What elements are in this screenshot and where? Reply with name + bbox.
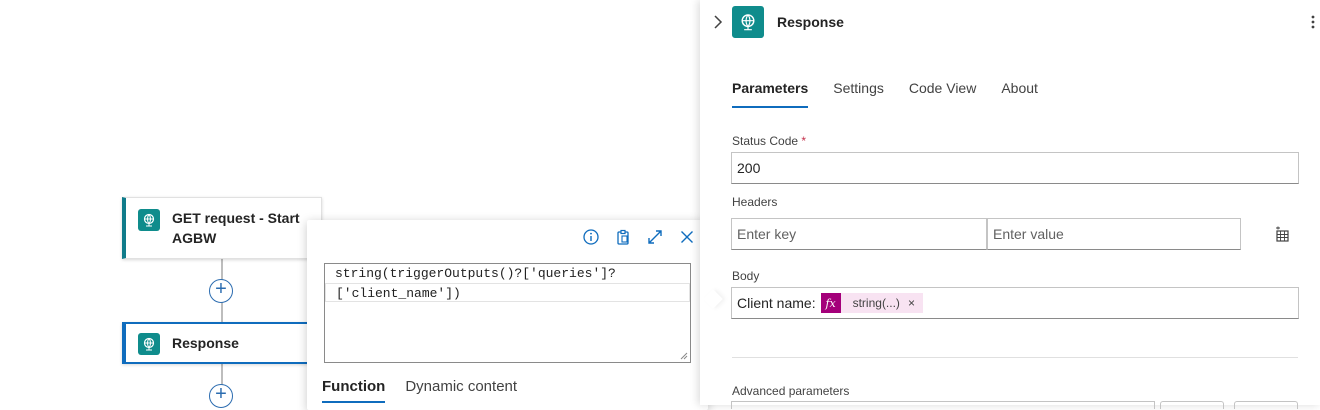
tab-code-view[interactable]: Code View <box>909 80 976 108</box>
request-globe-icon <box>138 332 160 355</box>
response-card[interactable]: Response <box>122 322 322 364</box>
tab-settings[interactable]: Settings <box>833 80 884 108</box>
section-divider <box>732 357 1298 358</box>
switch-to-text-mode-icon[interactable] <box>1274 226 1292 244</box>
clear-all-button[interactable] <box>1234 401 1298 409</box>
required-marker: * <box>801 134 807 148</box>
status-code-label-text: Status Code <box>732 134 799 148</box>
chevron-right-icon[interactable] <box>710 13 726 31</box>
expression-token[interactable]: string(...) × <box>840 293 923 313</box>
plus-icon: + <box>215 383 227 405</box>
show-all-button[interactable] <box>1160 401 1224 409</box>
expression-fx-icon: fx <box>820 293 841 313</box>
advanced-parameters-dropdown[interactable] <box>731 401 1155 409</box>
tab-dynamic-content[interactable]: Dynamic content <box>405 378 517 403</box>
request-globe-icon <box>732 6 764 38</box>
headers-label: Headers <box>732 195 778 209</box>
expand-icon[interactable] <box>646 228 664 246</box>
body-prefix-text: Client name: <box>737 295 816 311</box>
popup-toolbar <box>582 228 696 246</box>
plus-icon: + <box>215 278 227 300</box>
status-code-label: Status Code * <box>732 134 806 148</box>
expression-input[interactable]: string(triggerOutputs()?['queries']? ['c… <box>324 263 691 363</box>
body-label: Body <box>732 269 760 283</box>
panel-title: Response <box>777 14 844 30</box>
action-details-panel: Response Parameters Settings Code View A… <box>700 0 1320 409</box>
tab-about[interactable]: About <box>1001 80 1038 108</box>
tab-parameters[interactable]: Parameters <box>732 80 809 108</box>
request-globe-icon <box>138 209 160 231</box>
trigger-card[interactable]: GET request - Start AGBW <box>122 197 322 259</box>
add-step-button[interactable]: + <box>209 384 233 408</box>
panel-header: Response <box>700 0 1320 46</box>
header-key-field[interactable]: Enter key <box>731 218 987 250</box>
code-line: string(triggerOutputs()?['queries']? <box>335 266 616 281</box>
code-line: ['client_name']) <box>325 283 690 302</box>
response-card-title: Response <box>172 335 239 351</box>
body-field[interactable]: Client name: fx string(...) × <box>731 287 1299 319</box>
add-step-button[interactable]: + <box>209 279 233 303</box>
close-icon[interactable] <box>678 228 696 246</box>
header-value-placeholder: Enter value <box>993 226 1064 242</box>
popup-tabs: Function Dynamic content <box>322 378 517 403</box>
trigger-card-title: GET request - Start AGBW <box>172 210 300 246</box>
status-code-value: 200 <box>737 160 761 176</box>
resize-handle-icon[interactable] <box>678 350 688 360</box>
more-options-icon[interactable] <box>1306 12 1320 32</box>
remove-token-icon[interactable]: × <box>908 296 915 310</box>
expression-editor-popup: string(triggerOutputs()?['queries']? ['c… <box>307 220 708 410</box>
header-key-placeholder: Enter key <box>737 226 797 242</box>
header-value-field[interactable]: Enter value <box>987 218 1241 250</box>
panel-tabs: Parameters Settings Code View About <box>732 80 1038 108</box>
advanced-parameters-label: Advanced parameters <box>732 384 850 398</box>
expression-token-label: string(...) <box>852 296 900 310</box>
info-icon[interactable] <box>582 228 600 246</box>
clipboard-icon[interactable] <box>614 228 632 246</box>
status-code-field[interactable]: 200 <box>731 152 1299 184</box>
tab-function[interactable]: Function <box>322 378 386 403</box>
